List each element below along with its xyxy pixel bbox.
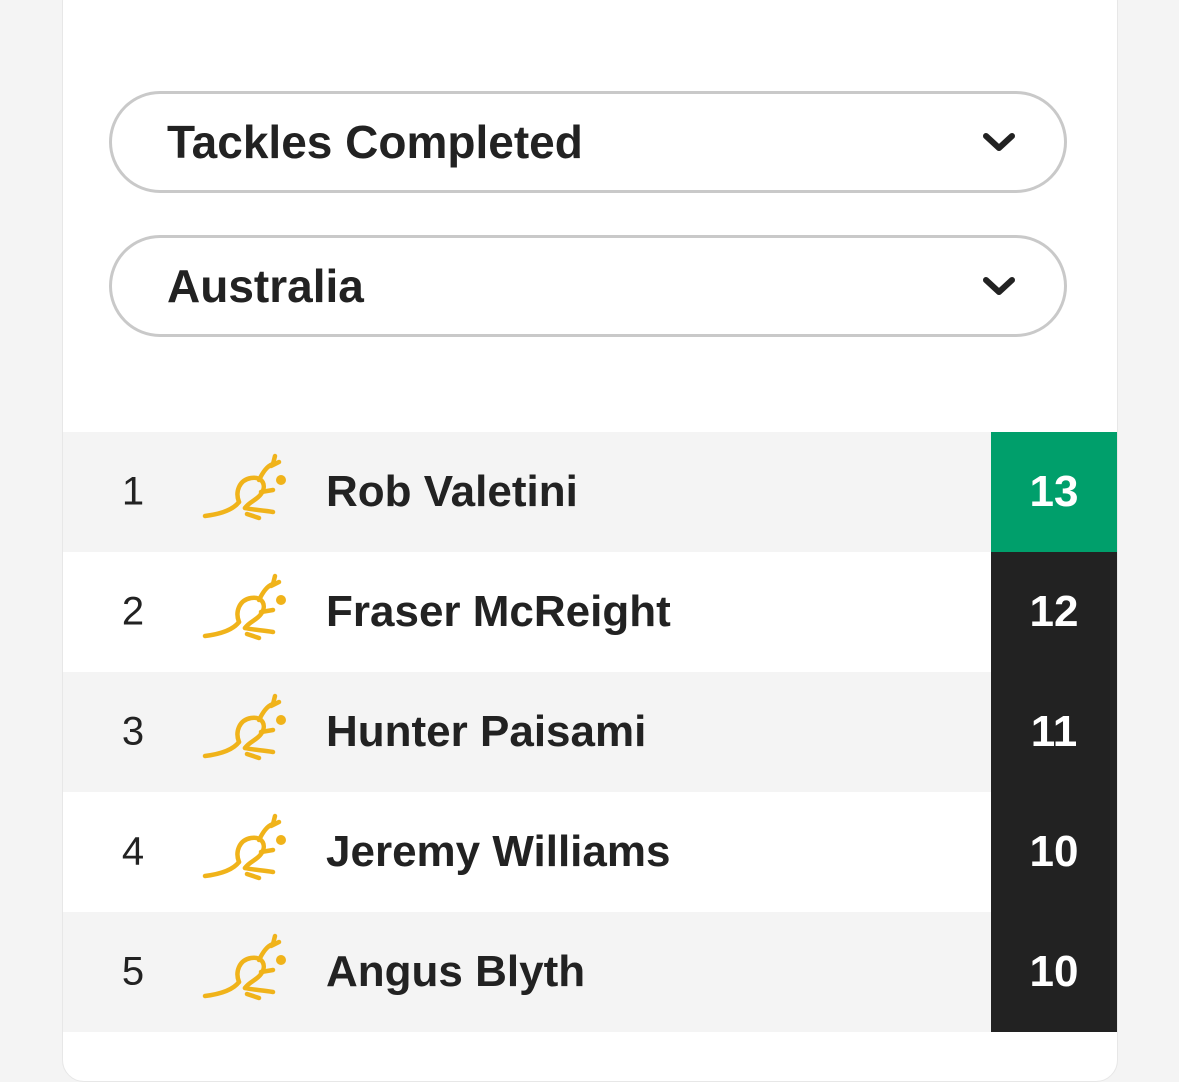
player-stat-value: 10 (991, 912, 1117, 1032)
player-stat-value: 12 (991, 552, 1117, 672)
player-rank: 3 (121, 709, 145, 754)
stat-dropdown-value: Tackles Completed (167, 116, 583, 168)
wallabies-kangaroo-logo-icon (202, 453, 286, 521)
leaderboard-row[interactable]: 1 Rob Valetini 13 (63, 432, 1117, 552)
player-stat-value: 11 (991, 672, 1117, 792)
leaderboard-row[interactable]: 5 Angus Blyth 10 (63, 912, 1117, 1032)
player-rank: 4 (121, 829, 145, 874)
wallabies-kangaroo-logo-icon (202, 693, 286, 761)
player-name: Rob Valetini (326, 467, 578, 516)
team-dropdown-value: Australia (167, 260, 364, 312)
leaderboard-table: 1 Rob Valetini 13 2 Fraser McReight 12 3… (63, 432, 1117, 1032)
player-rank: 2 (121, 589, 145, 634)
leaderboard-row[interactable]: 4 Jeremy Williams 10 (63, 792, 1117, 912)
team-dropdown[interactable]: Australia (109, 235, 1067, 337)
player-rank: 5 (121, 949, 145, 994)
leaderboard-row[interactable]: 2 Fraser McReight 12 (63, 552, 1117, 672)
stats-card: Tackles Completed Australia 1 Rob Valeti… (62, 0, 1118, 1082)
chevron-down-icon (983, 277, 1015, 295)
leaderboard-row[interactable]: 3 Hunter Paisami 11 (63, 672, 1117, 792)
wallabies-kangaroo-logo-icon (202, 573, 286, 641)
player-stat-value: 13 (991, 432, 1117, 552)
player-name: Angus Blyth (326, 947, 586, 996)
player-name: Hunter Paisami (326, 707, 647, 756)
player-stat-value: 10 (991, 792, 1117, 912)
player-name: Jeremy Williams (326, 827, 671, 876)
player-name: Fraser McReight (326, 587, 671, 636)
stat-dropdown[interactable]: Tackles Completed (109, 91, 1067, 193)
player-rank: 1 (121, 469, 145, 514)
wallabies-kangaroo-logo-icon (202, 813, 286, 881)
chevron-down-icon (983, 133, 1015, 151)
wallabies-kangaroo-logo-icon (202, 933, 286, 1001)
